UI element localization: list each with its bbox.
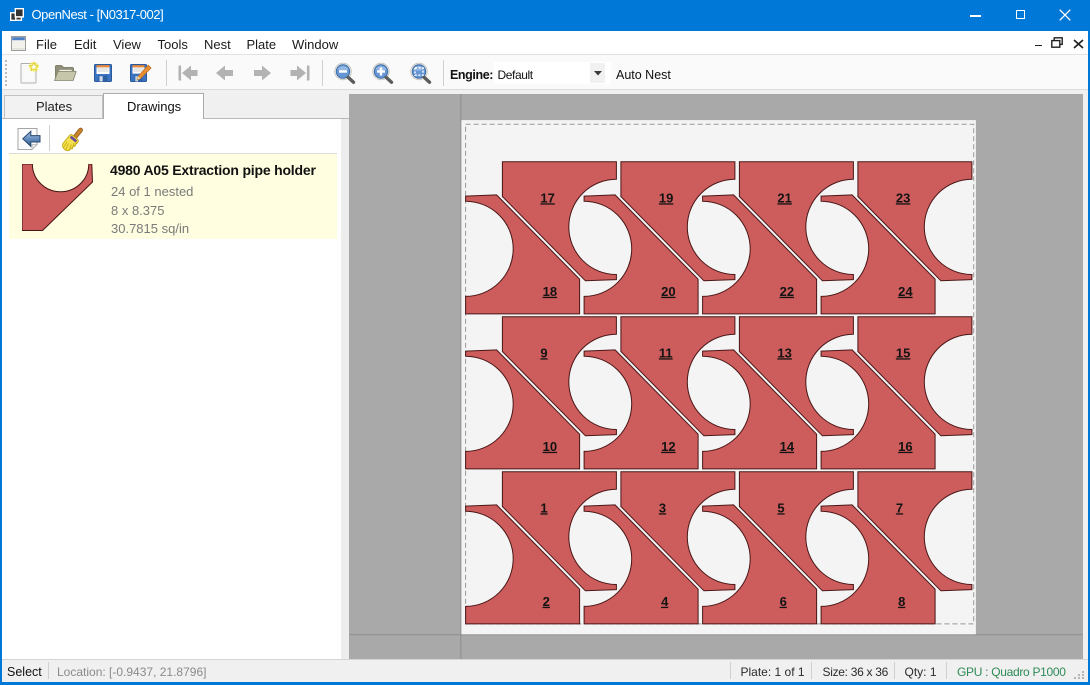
svg-text:4: 4: [661, 594, 669, 609]
svg-text:7: 7: [896, 500, 903, 515]
svg-text:18: 18: [543, 284, 557, 299]
svg-text:17: 17: [540, 190, 554, 205]
svg-text:6: 6: [780, 594, 787, 609]
svg-text:15: 15: [896, 345, 910, 360]
svg-text:19: 19: [659, 190, 673, 205]
svg-text:23: 23: [896, 190, 910, 205]
svg-text:11: 11: [659, 345, 673, 360]
svg-text:2: 2: [543, 594, 550, 609]
svg-text:3: 3: [659, 500, 666, 515]
svg-text:13: 13: [777, 345, 791, 360]
svg-text:12: 12: [661, 439, 675, 454]
svg-text:8: 8: [898, 594, 905, 609]
svg-text:24: 24: [898, 284, 913, 299]
svg-text:14: 14: [780, 439, 795, 454]
svg-text:9: 9: [540, 345, 547, 360]
svg-text:16: 16: [898, 439, 912, 454]
svg-text:21: 21: [777, 190, 791, 205]
svg-text:10: 10: [543, 439, 557, 454]
svg-text:5: 5: [777, 500, 784, 515]
svg-text:22: 22: [780, 284, 794, 299]
svg-text:20: 20: [661, 284, 675, 299]
svg-text:1: 1: [540, 500, 547, 515]
